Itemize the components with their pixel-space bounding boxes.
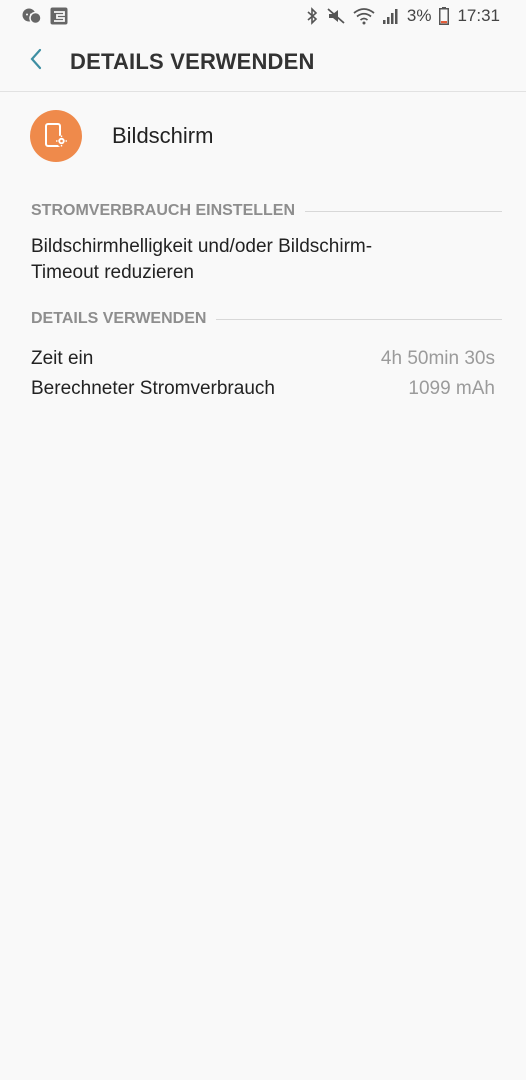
mute-icon: [327, 7, 345, 25]
detail-row-power-usage: Berechneter Stromverbrauch 1099 mAh: [31, 378, 495, 400]
status-bar: 3% 17:31: [0, 0, 526, 32]
screen-settings-icon: [30, 110, 82, 162]
suggestion-line: Timeout reduzieren: [31, 262, 194, 283]
app-row: Bildschirm: [30, 108, 502, 164]
app-bar: DETAILS VERWENDEN: [0, 32, 526, 92]
signal-icon: [382, 8, 399, 24]
section-label: STROMVERBRAUCH EINSTELLEN: [31, 202, 296, 219]
status-right-icons: 3% 17:31: [305, 6, 500, 26]
section-label: DETAILS VERWENDEN: [31, 310, 207, 327]
battery-percent: 3%: [406, 6, 432, 25]
status-left-icons: [22, 7, 68, 25]
calendar-icon: [50, 7, 68, 25]
detail-row-time-on: Zeit ein 4h 50min 30s: [31, 348, 495, 370]
section-header-adjust: STROMVERBRAUCH EINSTELLEN: [31, 202, 502, 220]
page-title: DETAILS VERWENDEN: [70, 48, 315, 74]
wifi-icon: [353, 7, 375, 25]
section-divider: [216, 318, 502, 320]
chevron-left-icon: [29, 48, 43, 75]
battery-icon: [439, 7, 450, 25]
suggestion-line: Bildschirmhelligkeit und/oder Bildschirm…: [31, 236, 373, 257]
detail-label: Berechneter Stromverbrauch: [31, 378, 275, 399]
power-saving-suggestion[interactable]: Bildschirmhelligkeit und/oder Bildschirm…: [31, 234, 466, 286]
section-divider: [305, 210, 502, 212]
section-header-details: DETAILS VERWENDEN: [31, 310, 502, 328]
back-button[interactable]: [14, 40, 58, 84]
detail-label: Zeit ein: [31, 348, 94, 369]
bluetooth-icon: [305, 7, 319, 25]
detail-value: 1099 mAh: [408, 378, 495, 399]
clock: 17:31: [457, 6, 500, 25]
messenger-icon: [22, 7, 42, 25]
app-name: Bildschirm: [112, 123, 214, 148]
detail-value: 4h 50min 30s: [380, 348, 495, 369]
